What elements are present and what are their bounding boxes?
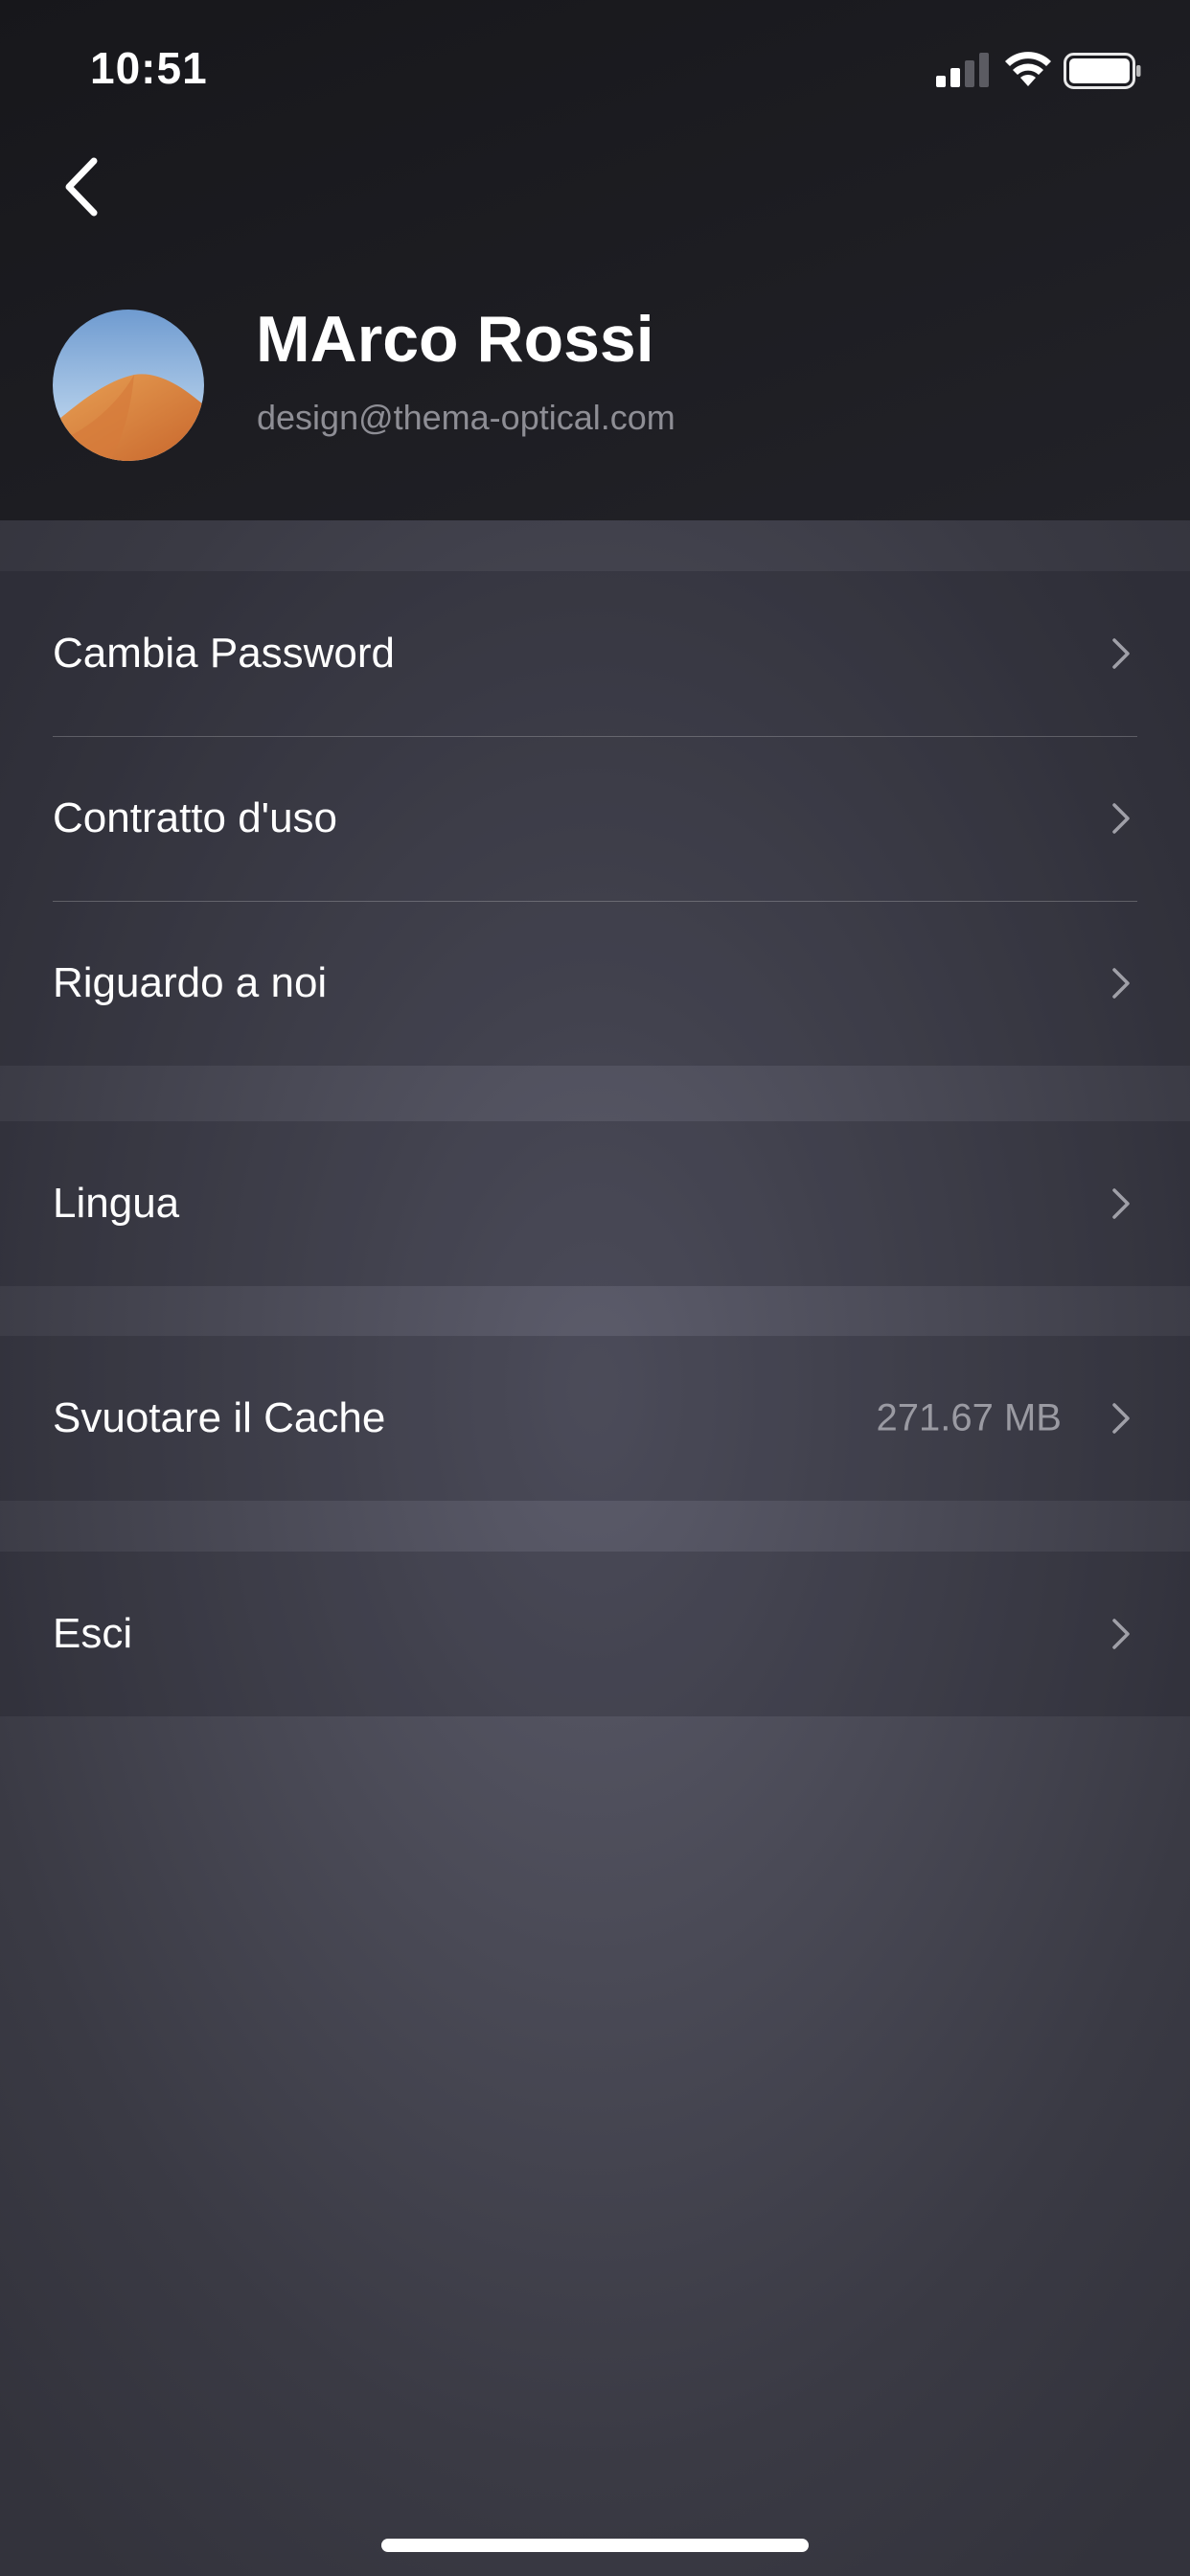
wifi-icon (1005, 52, 1051, 86)
profile-header: 10:51 MArco Rossi design@thema-optical.c… (0, 0, 1190, 520)
row-label: Svuotare il Cache (53, 1394, 386, 1441)
terms-of-use-row[interactable]: Contratto d'uso (0, 736, 1190, 901)
chevron-right-icon (1112, 968, 1130, 999)
chevron-right-icon (1112, 803, 1130, 834)
row-label: Riguardo a noi (53, 959, 328, 1006)
home-indicator[interactable] (381, 2539, 809, 2552)
settings-group-logout: Esci (0, 1552, 1190, 1716)
logout-row[interactable]: Esci (0, 1552, 1190, 1716)
profile-name: MArco Rossi (256, 303, 654, 376)
chevron-left-icon (65, 157, 98, 217)
row-label: Contratto d'uso (53, 794, 338, 841)
profile-email: design@thema-optical.com (257, 398, 675, 437)
status-time: 10:51 (90, 43, 208, 93)
chevron-right-icon (1112, 1403, 1130, 1434)
about-us-row[interactable]: Riguardo a noi (0, 901, 1190, 1066)
avatar-desert-dune (53, 310, 204, 461)
settings-group-account: Cambia Password Contratto d'uso Riguardo… (0, 571, 1190, 1066)
chevron-right-icon (1112, 638, 1130, 669)
battery-icon (1064, 53, 1141, 89)
chevron-right-icon (1112, 1619, 1130, 1649)
cellular-signal-icon (936, 53, 989, 87)
language-row[interactable]: Lingua (0, 1121, 1190, 1286)
clear-cache-row[interactable]: Svuotare il Cache 271.67 MB (0, 1336, 1190, 1501)
status-bar: 10:51 (0, 0, 1190, 144)
chevron-right-icon (1112, 1188, 1130, 1219)
change-password-row[interactable]: Cambia Password (0, 571, 1190, 736)
back-button[interactable] (54, 153, 111, 220)
row-label: Esci (53, 1610, 133, 1657)
settings-group-cache: Svuotare il Cache 271.67 MB (0, 1336, 1190, 1501)
row-label: Lingua (53, 1180, 180, 1227)
row-label: Cambia Password (53, 630, 396, 677)
settings-group-language: Lingua (0, 1121, 1190, 1286)
cache-size-value: 271.67 MB (876, 1396, 1062, 1439)
avatar[interactable] (53, 310, 204, 461)
